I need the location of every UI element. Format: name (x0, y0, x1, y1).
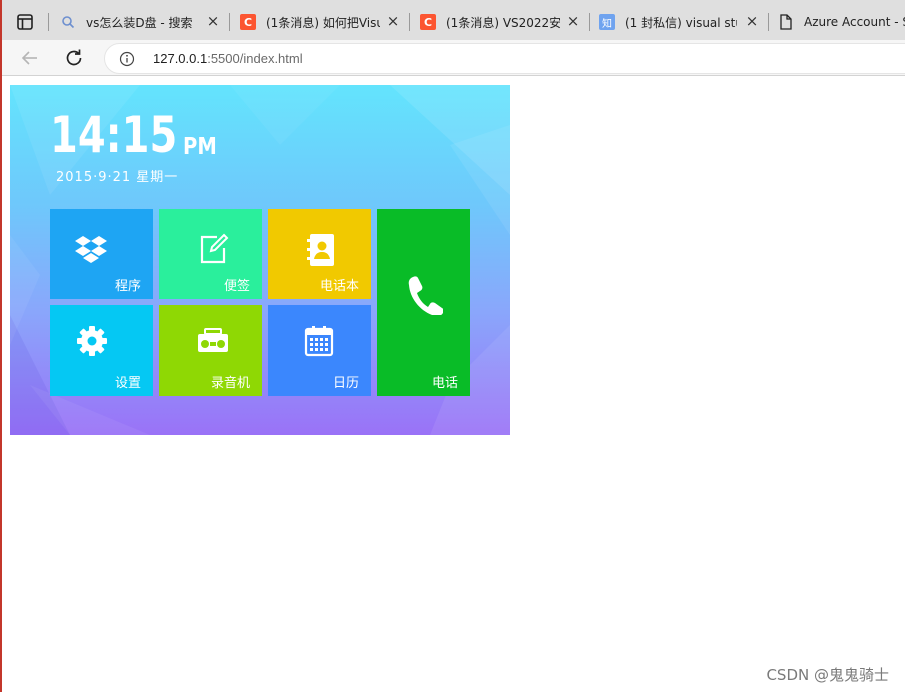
tile-label: 便签 (223, 279, 250, 294)
tile-recorder[interactable]: 录音机 (159, 305, 262, 396)
url-text[interactable]: 127.0.0.1:5500/index.html (153, 51, 303, 66)
tile-phone[interactable]: 电话 (377, 209, 470, 396)
tile-calendar[interactable]: 日历 (268, 305, 371, 396)
tab-separator (229, 13, 230, 31)
tab-actions-icon[interactable] (14, 11, 36, 33)
zhihu-icon: 知 (599, 14, 615, 30)
dropbox-icon (75, 236, 107, 263)
contacts-icon (307, 234, 334, 266)
tab-separator (409, 13, 410, 31)
address-toolbar: 127.0.0.1:5500/index.html (0, 40, 905, 76)
tile-label: 电话 (431, 376, 458, 391)
refresh-icon[interactable] (62, 46, 86, 70)
tab-separator (48, 13, 49, 31)
back-arrow-icon[interactable] (18, 46, 42, 70)
window-edge (0, 0, 2, 692)
phone-icon (408, 276, 443, 315)
browser-window: vs怎么装D盘 - 搜索 × C (1条消息) 如何把Visual × C (1… (0, 0, 905, 692)
tile-label: 日历 (332, 376, 359, 391)
address-bar[interactable]: 127.0.0.1:5500/index.html (104, 43, 905, 74)
clock-date: 2015·9·21 星期一 (56, 170, 179, 185)
tile-notes[interactable]: 便签 (159, 209, 262, 299)
edit-icon (200, 233, 229, 264)
tile-label: 程序 (114, 279, 141, 294)
phone-home-screen: 14:15 PM 2015·9·21 星期一 程序 便签 电话本 电话 设置 录… (10, 85, 510, 435)
csdn-icon: C (420, 14, 436, 30)
tab-csdn-2[interactable]: C (1条消息) VS2022安装 × (420, 6, 588, 38)
tab-csdn-1[interactable]: C (1条消息) 如何把Visual × (240, 6, 408, 38)
close-icon[interactable]: × (206, 14, 220, 29)
clock-ampm: PM (183, 134, 217, 160)
tab-title: (1条消息) VS2022安装 (446, 15, 560, 30)
page-viewport: 14:15 PM 2015·9·21 星期一 程序 便签 电话本 电话 设置 录… (0, 77, 905, 692)
close-icon[interactable]: × (745, 14, 759, 29)
tile-label: 设置 (114, 376, 141, 391)
tab-azure[interactable]: Azure Account - Sign (778, 6, 905, 38)
info-icon[interactable] (119, 51, 135, 67)
watermark: CSDN @鬼鬼骑士 (766, 666, 889, 684)
tab-zhihu[interactable]: 知 (1 封私信) visual studio × (599, 6, 767, 38)
document-icon (778, 14, 794, 30)
search-icon (60, 14, 76, 30)
tile-contacts[interactable]: 电话本 (268, 209, 371, 299)
tab-title: (1条消息) 如何把Visual (266, 15, 380, 30)
csdn-icon: C (240, 14, 256, 30)
tab-title: vs怎么装D盘 - 搜索 (86, 15, 193, 30)
tab-title: Azure Account - Sign (804, 15, 905, 29)
tile-settings[interactable]: 设置 (50, 305, 153, 396)
tab-title: (1 封私信) visual studio (625, 15, 737, 30)
close-icon[interactable]: × (386, 14, 400, 29)
tile-label: 录音机 (210, 376, 250, 391)
calendar-icon (304, 326, 334, 357)
tile-programs[interactable]: 程序 (50, 209, 153, 299)
tile-label: 电话本 (319, 279, 359, 294)
tab-strip: vs怎么装D盘 - 搜索 × C (1条消息) 如何把Visual × C (1… (0, 0, 905, 40)
clock-time: 14:15 (50, 106, 178, 164)
tab-separator (589, 13, 590, 31)
radio-icon (198, 328, 228, 352)
gear-icon (77, 326, 107, 356)
url-path: :5500/index.html (207, 51, 303, 66)
tab-vs-search[interactable]: vs怎么装D盘 - 搜索 × (60, 6, 228, 38)
close-icon[interactable]: × (566, 14, 580, 29)
url-host: 127.0.0.1 (153, 51, 208, 66)
tab-separator (768, 13, 769, 31)
